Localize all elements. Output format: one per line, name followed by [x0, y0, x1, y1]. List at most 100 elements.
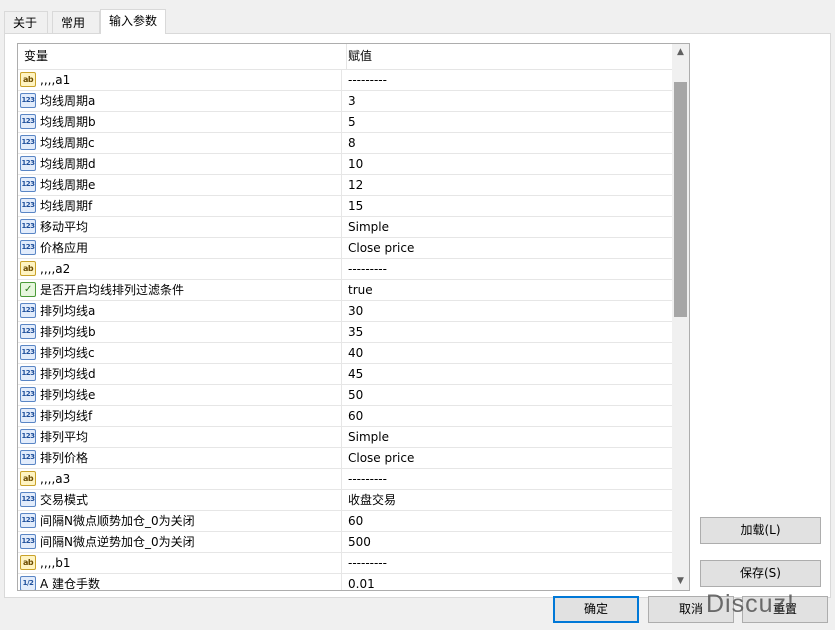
value-cell[interactable]: 30 [348, 301, 363, 321]
table-row[interactable]: 123 均线周期e 12 [18, 175, 672, 196]
variable-name: 移动平均 [40, 220, 89, 234]
ok-button[interactable]: 确定 [553, 596, 639, 623]
value-cell[interactable]: 500 [348, 532, 371, 552]
variable-name: 交易模式 [40, 493, 89, 507]
table-row[interactable]: 123 间隔N微点逆势加仓_0为关闭 500 [18, 532, 672, 553]
string-type-icon: ab [20, 261, 36, 276]
integer-type-icon: 123 [20, 450, 36, 465]
value-cell[interactable]: Simple [348, 427, 389, 447]
value-cell[interactable]: 50 [348, 385, 363, 405]
table-row[interactable]: 123 均线周期f 15 [18, 196, 672, 217]
table-row[interactable]: ✓ 是否开启均线排列过滤条件 true [18, 280, 672, 301]
integer-type-icon: 123 [20, 387, 36, 402]
load-button[interactable]: 加载(L) [700, 517, 821, 544]
table-row[interactable]: 123 排列均线b 35 [18, 322, 672, 343]
table-row[interactable]: 123 均线周期c 8 [18, 133, 672, 154]
variable-name: 是否开启均线排列过滤条件 [40, 283, 185, 297]
value-cell[interactable]: 15 [348, 196, 363, 216]
header-variable[interactable]: 变量 [18, 44, 347, 69]
save-button[interactable]: 保存(S) [700, 560, 821, 587]
table-row[interactable]: 123 均线周期b 5 [18, 112, 672, 133]
vertical-scrollbar[interactable]: ▲ ▼ [672, 44, 689, 590]
integer-type-icon: 123 [20, 492, 36, 507]
variable-cell: 123 价格应用 [18, 238, 342, 258]
integer-type-icon: 123 [20, 114, 36, 129]
variable-name: 排列平均 [40, 430, 89, 444]
integer-type-icon: 123 [20, 93, 36, 108]
variable-name: 均线周期f [40, 199, 93, 213]
value-cell[interactable]: 12 [348, 175, 363, 195]
variable-cell: 123 均线周期a [18, 91, 342, 111]
value-cell[interactable]: --------- [348, 259, 387, 279]
variable-cell: 123 排列均线a [18, 301, 342, 321]
value-cell[interactable]: 5 [348, 112, 356, 132]
variable-cell: 123 均线周期c [18, 133, 342, 153]
table-row[interactable]: 123 间隔N微点顺势加仓_0为关闭 60 [18, 511, 672, 532]
boolean-type-icon: ✓ [20, 282, 36, 297]
variable-name: ,,,,a2 [40, 262, 71, 276]
value-cell[interactable]: --------- [348, 469, 387, 489]
value-cell[interactable]: --------- [348, 553, 387, 573]
table-row[interactable]: 123 交易模式 收盘交易 [18, 490, 672, 511]
table-row[interactable]: ab ,,,,a1 --------- [18, 70, 672, 91]
table-row[interactable]: 123 排列价格 Close price [18, 448, 672, 469]
value-cell[interactable]: 45 [348, 364, 363, 384]
variable-cell: 123 排列均线d [18, 364, 342, 384]
header-value[interactable]: 赋值 [342, 44, 668, 69]
scroll-down-icon[interactable]: ▼ [672, 573, 689, 590]
table-row[interactable]: ab ,,,,a2 --------- [18, 259, 672, 280]
variable-name: 排列均线c [40, 346, 95, 360]
table-row[interactable]: 123 排列均线f 60 [18, 406, 672, 427]
table-row[interactable]: 123 排列平均 Simple [18, 427, 672, 448]
table-row[interactable]: 123 排列均线e 50 [18, 385, 672, 406]
table-row[interactable]: 123 价格应用 Close price [18, 238, 672, 259]
variable-cell: ab ,,,,a2 [18, 259, 342, 279]
table-row[interactable]: 123 排列均线c 40 [18, 343, 672, 364]
table-row[interactable]: 123 排列均线d 45 [18, 364, 672, 385]
scrollbar-thumb[interactable] [674, 82, 687, 317]
value-cell[interactable]: Close price [348, 448, 414, 468]
value-cell[interactable]: --------- [348, 70, 387, 90]
table-row[interactable]: 123 均线周期a 3 [18, 91, 672, 112]
tab-about[interactable]: 关于 [4, 11, 48, 33]
value-cell[interactable]: 10 [348, 154, 363, 174]
variable-name: 均线周期a [40, 94, 96, 108]
table-row[interactable]: 123 均线周期d 10 [18, 154, 672, 175]
integer-type-icon: 123 [20, 156, 36, 171]
table-row[interactable]: 123 排列均线a 30 [18, 301, 672, 322]
value-cell[interactable]: Simple [348, 217, 389, 237]
variable-name: 排列均线f [40, 409, 93, 423]
variable-name: 排列均线e [40, 388, 96, 402]
table-row[interactable]: ab ,,,,b1 --------- [18, 553, 672, 574]
value-cell[interactable]: 40 [348, 343, 363, 363]
value-cell[interactable]: 8 [348, 133, 356, 153]
variable-cell: 123 排列价格 [18, 448, 342, 468]
variable-cell: ✓ 是否开启均线排列过滤条件 [18, 280, 342, 300]
value-cell[interactable]: Close price [348, 238, 414, 258]
table-row[interactable]: ab ,,,,a3 --------- [18, 469, 672, 490]
variable-cell: 123 均线周期d [18, 154, 342, 174]
tab-common[interactable]: 常用 [52, 11, 100, 33]
value-cell[interactable]: true [348, 280, 373, 300]
variable-cell: 123 移动平均 [18, 217, 342, 237]
string-type-icon: ab [20, 555, 36, 570]
integer-type-icon: 123 [20, 303, 36, 318]
variable-name: 排列均线b [40, 325, 96, 339]
integer-type-icon: 123 [20, 408, 36, 423]
integer-type-icon: 123 [20, 513, 36, 528]
value-cell[interactable]: 3 [348, 91, 356, 111]
value-cell[interactable]: 60 [348, 406, 363, 426]
scroll-up-icon[interactable]: ▲ [672, 44, 689, 61]
integer-type-icon: 123 [20, 177, 36, 192]
table-row[interactable]: 1/2 A 建仓手数 0.01 [18, 574, 672, 590]
integer-type-icon: 123 [20, 534, 36, 549]
variable-cell: 123 排列均线f [18, 406, 342, 426]
watermark: Discuz! [706, 590, 795, 618]
value-cell[interactable]: 0.01 [348, 574, 375, 590]
tab-input-parameters[interactable]: 输入参数 [100, 9, 166, 34]
variable-name: 排列价格 [40, 451, 89, 465]
value-cell[interactable]: 60 [348, 511, 363, 531]
table-row[interactable]: 123 移动平均 Simple [18, 217, 672, 238]
value-cell[interactable]: 35 [348, 322, 363, 342]
value-cell[interactable]: 收盘交易 [348, 490, 396, 510]
